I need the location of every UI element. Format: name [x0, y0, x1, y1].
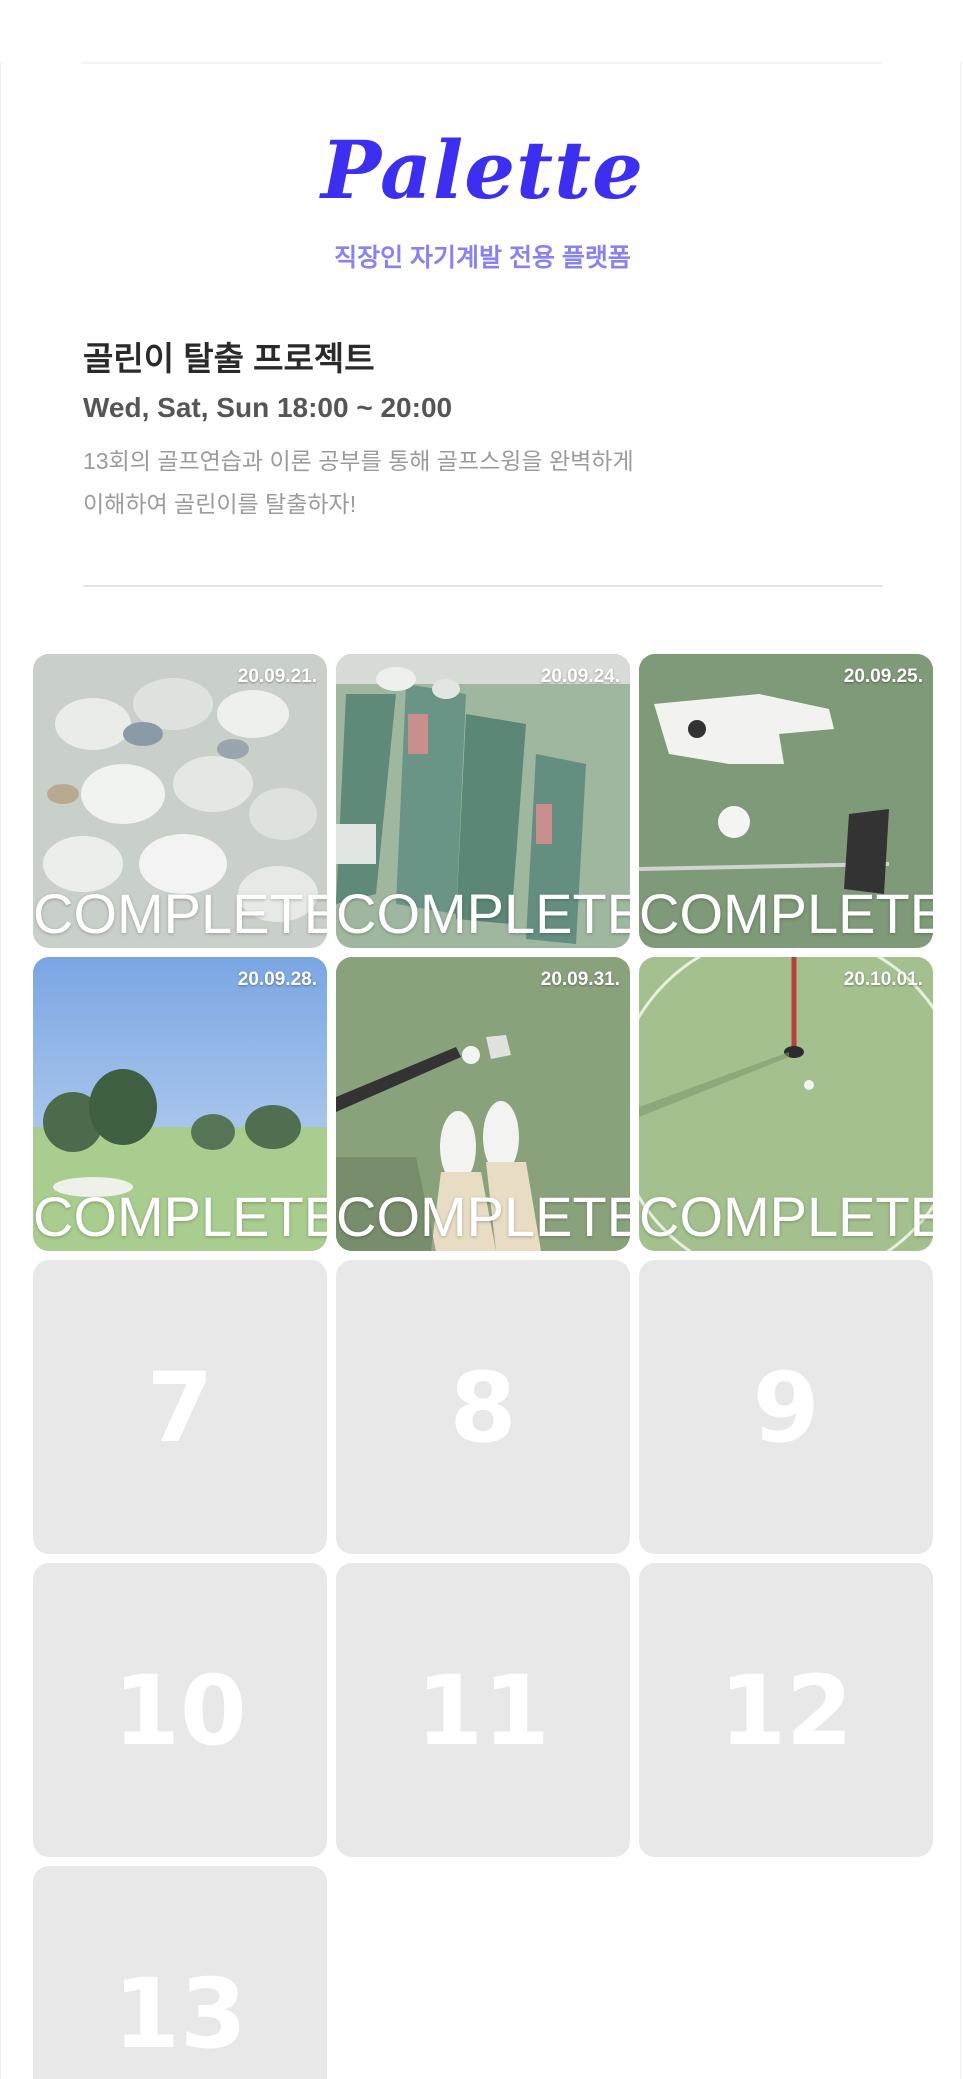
session-number: 12 [719, 1655, 853, 1767]
session-tile-8[interactable]: 8 [336, 1260, 630, 1554]
complete-label: COMPLETE [33, 882, 327, 945]
session-date: 20.09.31. [540, 969, 620, 990]
session-number: 9 [752, 1352, 820, 1464]
top-divider [81, 62, 881, 64]
complete-label: COMPLETE [336, 1185, 630, 1248]
session-tile-13[interactable]: 13 [33, 1866, 327, 2079]
session-tile-5[interactable]: 20.09.31. COMPLETE [336, 957, 630, 1251]
complete-label: COMPLETE [639, 882, 933, 945]
description-line-1: 13회의 골프연습과 이론 공부를 통해 골프스윙을 완벽하게 [83, 448, 634, 474]
session-tile-2[interactable]: 20.09.24. COMPLETE [336, 654, 630, 948]
section-divider [83, 585, 883, 587]
session-number: 13 [113, 1958, 247, 2070]
description-line-2: 이해하여 골린이를 탈출하자! [83, 491, 357, 517]
session-tile-6[interactable]: 20.10.01. COMPLETE [639, 957, 933, 1251]
project-card: Palette 직장인 자기계발 전용 플랫폼 골린이 탈출 프로젝트 Wed,… [0, 62, 961, 2079]
session-date: 20.09.25. [843, 666, 923, 687]
complete-label: COMPLETE [33, 1185, 327, 1248]
session-date: 20.09.24. [540, 666, 620, 687]
palette-logo[interactable]: Palette [1, 130, 960, 210]
session-tile-9[interactable]: 9 [639, 1260, 933, 1554]
session-tile-7[interactable]: 7 [33, 1260, 327, 1554]
tagline: 직장인 자기계발 전용 플랫폼 [334, 244, 631, 272]
session-grid: 20.09.21. COMPLETE 20.09.24. COMPLETE 20… [33, 654, 933, 2079]
session-number: 8 [449, 1352, 517, 1464]
session-date: 20.10.01. [843, 969, 923, 990]
session-tile-4[interactable]: 20.09.28. COMPLETE [33, 957, 327, 1251]
session-number: 11 [416, 1655, 550, 1767]
complete-label: COMPLETE [639, 1185, 933, 1248]
session-date: 20.09.28. [237, 969, 317, 990]
session-tile-3[interactable]: 20.09.25. COMPLETE [639, 654, 933, 948]
session-tile-10[interactable]: 10 [33, 1563, 327, 1857]
session-tile-12[interactable]: 12 [639, 1563, 933, 1857]
session-tile-11[interactable]: 11 [336, 1563, 630, 1857]
session-number: 7 [146, 1352, 214, 1464]
project-description: 13회의 골프연습과 이론 공부를 통해 골프스윙을 완벽하게 이해하여 골린이… [83, 440, 783, 526]
complete-label: COMPLETE [336, 882, 630, 945]
session-number: 10 [113, 1655, 247, 1767]
project-title: 골린이 탈출 프로젝트 [83, 340, 375, 377]
session-tile-1[interactable]: 20.09.21. COMPLETE [33, 654, 327, 948]
project-schedule: Wed, Sat, Sun 18:00 ~ 20:00 [83, 392, 453, 423]
session-date: 20.09.21. [237, 666, 317, 687]
